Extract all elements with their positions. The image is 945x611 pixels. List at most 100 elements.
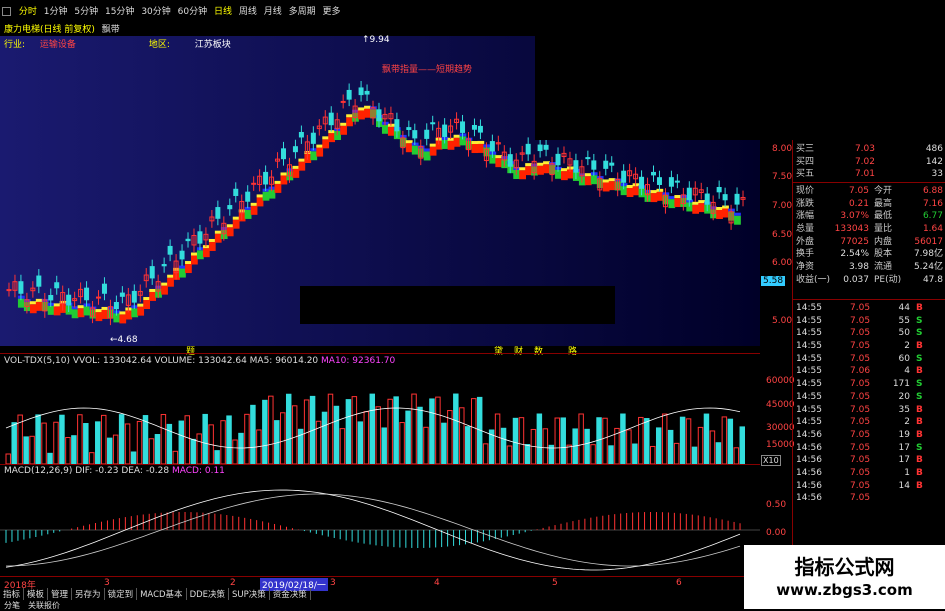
- toolbar-item-month[interactable]: 月线: [262, 4, 284, 17]
- tick-time: 14:55: [796, 391, 822, 402]
- volume-chart[interactable]: [0, 368, 760, 464]
- tick-list[interactable]: 14:55 7.05 44 B 14:55 7.05 55 S 14:55 7.05 50 S 14:5…: [792, 302, 945, 505]
- ribbon-edge: [292, 165, 300, 169]
- industry-label: 行业:: [4, 40, 26, 50]
- tab-管理[interactable]: 管理: [48, 588, 73, 600]
- ask-row[interactable]: 买四 7.02 142: [792, 156, 945, 169]
- volume-bar: [35, 414, 41, 464]
- quote-stats: 现价 7.05 今开 6.88 涨跌 0.21 最高 7.16 涨幅 3.07% 最低 6.77 总量 1…: [792, 185, 945, 287]
- volume-bar: [333, 405, 340, 464]
- tick-row[interactable]: 14:56 7.05 17 B: [792, 454, 945, 467]
- stat-value: 133043: [834, 224, 869, 235]
- volume-bar: [5, 453, 11, 464]
- volume-bar: [83, 423, 89, 464]
- tick-time: 14:55: [796, 353, 822, 364]
- quote-divider: [792, 182, 945, 183]
- ribbon-segment: [584, 176, 592, 186]
- tick-row[interactable]: 14:56 7.05 1 B: [792, 467, 945, 480]
- stat-value: 5.24亿: [913, 262, 943, 273]
- tab-资金[interactable]: 资金决策: [270, 588, 311, 600]
- tab-指标[interactable]: 指标: [0, 588, 25, 600]
- tab-dde[interactable]: DDE决策: [187, 588, 230, 600]
- ribbon-segment: [602, 182, 610, 192]
- stat-value: 7.98亿: [913, 249, 943, 260]
- tick-row[interactable]: 14:55 7.05 2 B: [792, 416, 945, 429]
- tick-row[interactable]: 14:56 7.05: [792, 492, 945, 505]
- tick-row[interactable]: 14:55 7.05 20 S: [792, 391, 945, 404]
- tick-price: 7.05: [850, 429, 871, 440]
- ribbon-segment: [83, 306, 91, 316]
- macd-chart[interactable]: [0, 478, 760, 576]
- tick-price: 7.05: [850, 467, 871, 478]
- volume-bar: [53, 421, 59, 464]
- date-tick: 5: [552, 578, 558, 588]
- candle-body: [167, 245, 173, 255]
- event-mark[interactable]: 数: [534, 344, 543, 357]
- candle-body: [442, 124, 448, 138]
- event-mark[interactable]: 财: [514, 344, 523, 357]
- volume-bar: [244, 413, 250, 464]
- tick-row[interactable]: 14:55 7.05 60 S: [792, 353, 945, 366]
- ask-row[interactable]: 买五 7.01 33: [792, 168, 945, 181]
- tick-row[interactable]: 14:55 7.05 44 B: [792, 302, 945, 315]
- candle-body: [507, 154, 513, 167]
- toolbar-item-15min[interactable]: 15分钟: [103, 4, 136, 17]
- ask-vol: 33: [931, 169, 943, 180]
- toolbar-item-week[interactable]: 周线: [237, 4, 259, 17]
- tab-另存为[interactable]: 另存为: [72, 588, 105, 600]
- candle-body: [573, 160, 579, 173]
- ribbon-edge: [53, 303, 61, 307]
- region-value: 江苏板块: [194, 40, 231, 50]
- ribbon-edge: [137, 303, 145, 307]
- tick-qty: 60: [898, 353, 910, 364]
- toolbar-item-day[interactable]: 日线: [212, 4, 234, 17]
- macd-axis-tick: 0.50: [766, 500, 787, 510]
- volume-bar: [136, 420, 143, 464]
- ask-row[interactable]: 买三 7.03 486: [792, 143, 945, 156]
- tick-row[interactable]: 14:55 7.05 2 B: [792, 340, 945, 353]
- candle-body: [36, 275, 42, 287]
- ribbon-segment: [202, 248, 210, 258]
- tab-锁定到[interactable]: 锁定到: [105, 588, 138, 600]
- tick-time: 14:55: [796, 341, 822, 352]
- stat-value: 77025: [840, 236, 869, 247]
- tick-price: 7.05: [850, 391, 871, 402]
- event-mark[interactable]: 黛: [494, 344, 503, 357]
- tab-模板[interactable]: 模板: [24, 588, 49, 600]
- panel-divider: [0, 353, 760, 354]
- toolbar-item-5min[interactable]: 5分钟: [72, 4, 100, 17]
- tick-row[interactable]: 14:55 7.05 55 S: [792, 315, 945, 328]
- tick-time: 14:55: [796, 328, 822, 339]
- tick-row[interactable]: 14:56 7.05 19 B: [792, 429, 945, 442]
- stat-label: 涨幅: [796, 211, 815, 222]
- tick-row[interactable]: 14:55 7.05 35 B: [792, 404, 945, 417]
- ribbon-segment: [543, 164, 550, 174]
- ribbon-segment: [471, 144, 479, 154]
- event-mark[interactable]: 路: [568, 344, 577, 357]
- tick-row[interactable]: 14:56 7.05 14 B: [792, 480, 945, 493]
- tick-row[interactable]: 14:56 7.05 17 S: [792, 442, 945, 455]
- toolbar-item-more[interactable]: 更多: [321, 4, 343, 17]
- ribbon-segment: [358, 110, 365, 120]
- ribbon-edge: [274, 180, 282, 184]
- volume-bar: [429, 398, 435, 464]
- tick-row[interactable]: 14:55 7.06 4 B: [792, 365, 945, 378]
- ribbon-segment: [185, 264, 192, 274]
- tab-macd[interactable]: MACD基本: [137, 588, 187, 600]
- volume-bar: [100, 414, 107, 464]
- tab-sup[interactable]: SUP决策: [229, 588, 270, 600]
- toolbar-item-1min[interactable]: 1分钟: [42, 4, 70, 17]
- tick-row[interactable]: 14:55 7.05 50 S: [792, 327, 945, 340]
- volume-bar: [345, 399, 352, 464]
- ribbon-edge: [256, 194, 264, 198]
- toolbar-item-分时[interactable]: 分时: [17, 4, 39, 17]
- ribbon-edge: [543, 161, 550, 165]
- tick-qty: 50: [898, 328, 910, 339]
- toolbar-item-30min[interactable]: 30分钟: [139, 4, 172, 17]
- ribbon-edge: [185, 261, 192, 265]
- toolbar-item-60min[interactable]: 60分钟: [176, 4, 209, 17]
- toolbar-item-multi[interactable]: 多周期: [287, 4, 318, 17]
- candle-body: [543, 144, 549, 150]
- ribbon-segment: [95, 312, 103, 322]
- tick-row[interactable]: 14:55 7.05 171 S: [792, 378, 945, 391]
